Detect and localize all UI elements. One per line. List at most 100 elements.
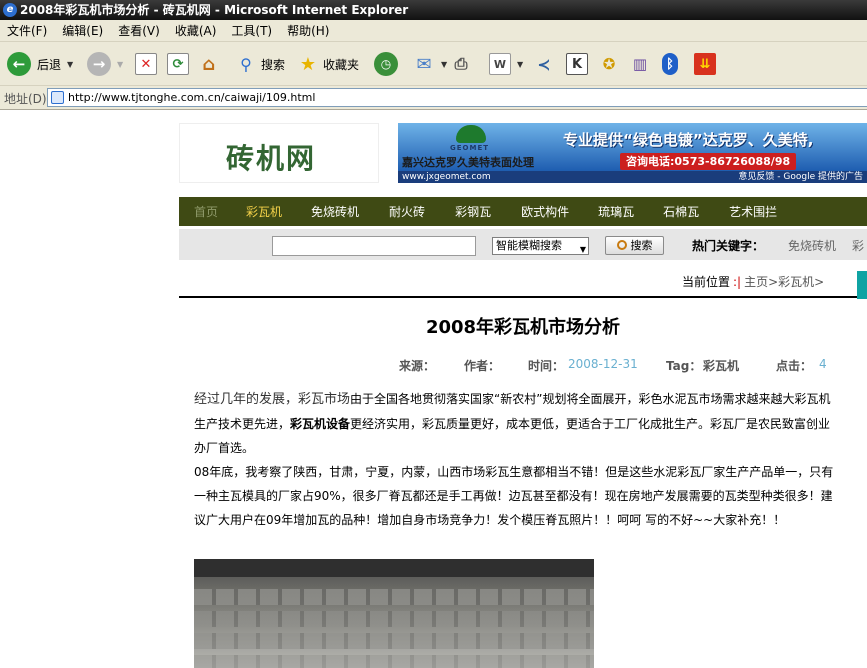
article-paragraph: 08年底，我考察了陕西，甘肃，宁夏，内蒙，山西市场彩瓦生意都相当不错！但是这些水… [194,465,834,527]
nav-caiwaji[interactable]: 彩瓦机 [246,203,282,220]
meta-source-label: 来源： [399,359,436,373]
photo-tiles [194,589,594,605]
meta-clicks-value: 4 [819,357,827,371]
article-meta: 来源： 作者： 时间： 2008-12-31 Tag： 彩瓦机 点击： 4 [179,357,867,373]
ie-icon: e [3,3,17,17]
nav-yishuweilan[interactable]: 艺术围拦 [729,203,777,220]
favorite-add-button[interactable]: ✪ [598,50,620,78]
ad-footer: www.jxgeomet.com 意见反馈 - Google 提供的广告 [398,171,867,183]
download-button[interactable]: ⇊ [694,50,716,78]
nav-oushigoujian[interactable]: 欧式构件 [521,203,569,220]
meta-time-value: 2008-12-31 [568,357,638,371]
photo-roof [194,559,594,577]
meta-time-label: 时间： [528,359,565,373]
favorites-button[interactable]: ★ 收藏夹 [297,50,359,78]
menu-file[interactable]: 文件(F) [0,20,55,42]
menu-favorites[interactable]: 收藏(A) [168,20,225,42]
mail-icon: ✉ [416,53,432,75]
hot-keyword-link[interactable]: 免烧砖机 [788,237,836,254]
favorites-label: 收藏夹 [323,57,360,72]
ad-slogan: 专业提供“绿色电镀”达克罗、久美特, [563,131,814,149]
elephant-icon [456,125,486,143]
stop-icon: ✕ [135,53,157,75]
edit-dropdown-icon[interactable]: ▼ [517,60,523,69]
search-submit-button[interactable]: 搜索 [605,236,664,255]
window-titlebar: e 2008年彩瓦机市场分析 - 砖瓦机网 - Microsoft Intern… [0,0,867,20]
print-button[interactable]: ⎙ [450,50,472,78]
ad-banner[interactable]: GEOMET 嘉兴达克罗久美特表面处理 专业提供“绿色电镀”达克罗、久美特, 咨… [398,123,867,183]
search-button[interactable]: ⚲ 搜索 [235,50,285,78]
scroll-marker[interactable] [857,271,867,299]
research-button[interactable]: ▥ [629,50,651,78]
geomet-logo: GEOMET [450,125,490,153]
article-body: 经过几年的发展，彩瓦市场由于全国各地贯彻落实国家“新农村”规划将全面展开，彩色水… [194,387,834,532]
ad-feedback[interactable]: 意见反馈 - Google 提供的广告 [738,171,863,183]
breadcrumb-separator: :| [733,275,742,289]
article-keyword-link[interactable]: 彩瓦机设备 [290,417,350,431]
site-logo[interactable]: 砖机网 [179,123,379,183]
search-input[interactable] [272,236,476,256]
hot-keywords-label: 热门关键字： [692,239,765,253]
nav-caigangwa[interactable]: 彩钢瓦 [455,203,491,220]
breadcrumb-path[interactable]: 主页>彩瓦机> [744,275,824,289]
address-label: 地址(D) [4,92,47,106]
chevron-down-icon: ▼ [579,245,586,254]
refresh-button[interactable]: ⟳ [167,50,189,78]
menu-edit[interactable]: 编辑(E) [55,20,111,42]
meta-tag-label: Tag： [666,359,702,373]
ad-url[interactable]: www.jxgeomet.com [402,171,491,183]
meta-author-label: 作者： [464,359,501,373]
address-input[interactable]: http://www.tjtonghe.com.cn/caiwaji/109.h… [47,88,867,107]
nav-shimianwa[interactable]: 石棉瓦 [663,203,699,220]
back-dropdown-icon[interactable]: ▼ [67,60,73,69]
ad-company: 嘉兴达克罗久美特表面处理 [402,156,534,169]
search-icon: ⚲ [240,54,252,74]
article-title: 2008年彩瓦机市场分析 [425,317,621,338]
magnifier-icon [616,240,627,250]
back-button[interactable]: ← 后退 ▼ [7,50,73,78]
stop-button[interactable]: ✕ [135,50,157,78]
toolbar: ← 后退 ▼ → ▼ ✕ ⟳ ⌂ ⚲ 搜索 ★ 收藏夹 ◷ ✉ ▼ ⎙ W ▼ … [0,42,867,86]
messenger-icon: ≺ [537,54,551,74]
site-logo-text: 砖机网 [226,142,317,175]
hot-keyword-link[interactable]: 彩 [852,237,864,254]
k-button[interactable]: K [566,50,588,78]
divider [179,296,867,298]
edit-button[interactable]: W ▼ [489,50,523,78]
photo-tiles [194,655,594,668]
nav-liuliwa[interactable]: 琉璃瓦 [598,203,634,220]
meta-clicks-label: 点击： [776,359,813,373]
research-icon: ▥ [632,55,648,73]
ad-brand: GEOMET [450,144,490,152]
search-label: 搜索 [261,57,286,72]
mail-dropdown-icon[interactable]: ▼ [441,60,447,69]
main-nav: 首页 彩瓦机 免烧砖机 耐火砖 彩钢瓦 欧式构件 琉璃瓦 石棉瓦 艺术围拦 [179,197,867,226]
menu-view[interactable]: 查看(V) [111,20,168,42]
article-lead: 经过几年的发展，彩瓦市场 [194,392,351,407]
article-photo [194,559,594,668]
nav-home[interactable]: 首页 [194,203,218,220]
bluetooth-button[interactable]: ᛒ [662,50,678,78]
messenger-button[interactable]: ≺ [533,50,555,78]
photo-tiles [194,633,594,649]
breadcrumb: 当前位置:| 主页>彩瓦机> [682,273,824,290]
history-button[interactable]: ◷ [374,50,398,78]
forward-dropdown-icon[interactable]: ▼ [117,60,123,69]
forward-arrow-icon: → [87,52,111,76]
meta-tag-value[interactable]: 彩瓦机 [703,357,739,374]
nav-naihuozhuan[interactable]: 耐火砖 [389,203,425,220]
menu-tools[interactable]: 工具(T) [224,20,280,42]
bookmark-star-icon: ✪ [602,55,616,73]
refresh-icon: ⟳ [167,53,189,75]
download-icon: ⇊ [694,53,716,75]
forward-button[interactable]: → ▼ [87,50,123,78]
nav-mianshaozhuanji[interactable]: 免烧砖机 [311,203,359,220]
address-url: http://www.tjtonghe.com.cn/caiwaji/109.h… [68,91,316,104]
address-bar: 地址(D) http://www.tjtonghe.com.cn/caiwaji… [0,86,867,110]
menu-help[interactable]: 帮助(H) [280,20,337,42]
back-label: 后退 [37,57,62,72]
search-mode-select[interactable]: 智能模糊搜索 ▼ [492,237,589,255]
mail-button[interactable]: ✉ ▼ [413,50,447,78]
home-button[interactable]: ⌂ [198,50,220,78]
web-page: 砖机网 GEOMET 嘉兴达克罗久美特表面处理 专业提供“绿色电镀”达克罗、久美… [0,111,867,668]
